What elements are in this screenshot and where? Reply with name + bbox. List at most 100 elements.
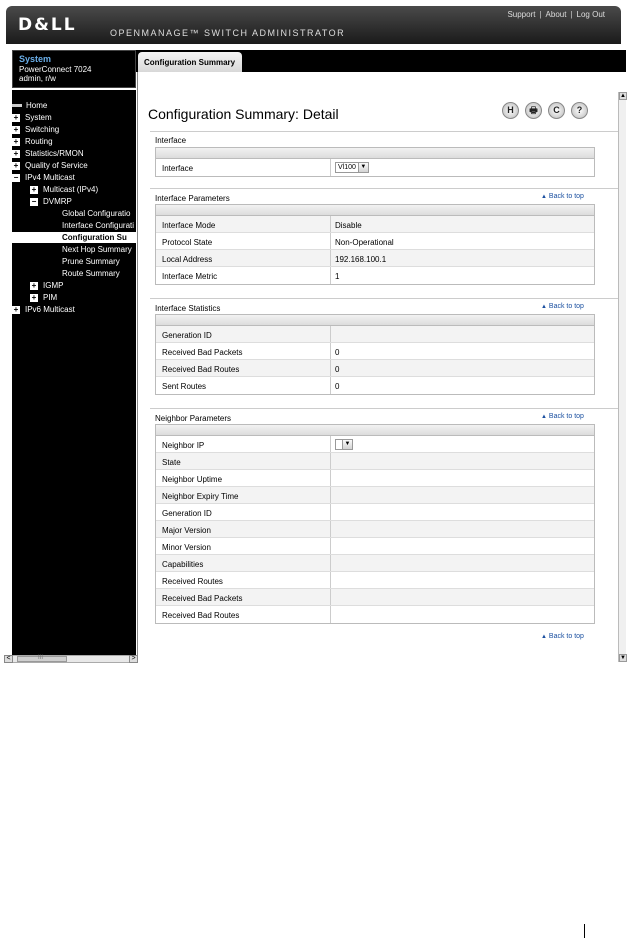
expand-icon[interactable]: +	[12, 305, 20, 314]
nav-item-label: Route Summary	[62, 269, 120, 278]
nav-item[interactable]: + System	[12, 112, 52, 123]
main-vertical-scrollbar[interactable]: ▲ ▼	[618, 92, 627, 662]
back-to-top-label: Back to top	[548, 633, 584, 640]
scroll-left-icon[interactable]: <	[4, 655, 13, 663]
nav-item[interactable]: + Statistics/RMON	[12, 148, 84, 159]
collapse-icon[interactable]: −	[30, 197, 38, 206]
tab-bar: Configuration Summary	[136, 50, 626, 72]
row-label: Generation ID	[162, 331, 212, 340]
section-divider	[150, 188, 618, 189]
table-row: Sent Routes 0	[156, 377, 594, 394]
nav-item[interactable]: − IPv4 Multicast	[12, 172, 75, 183]
expand-icon[interactable]: +	[30, 293, 38, 302]
top-links: Support | About | Log Out	[507, 10, 605, 19]
nav-item[interactable]: Route Summary	[12, 268, 120, 279]
column-divider	[330, 606, 331, 623]
row-label: Major Version	[162, 526, 211, 535]
tab-configuration-summary[interactable]: Configuration Summary	[138, 52, 242, 72]
nav-item[interactable]: Home	[12, 100, 47, 111]
expand-icon[interactable]: +	[30, 185, 38, 194]
column-divider	[330, 233, 331, 249]
table-row: Received Bad Routes 0	[156, 360, 594, 377]
column-divider	[330, 216, 331, 232]
row-label: Interface Mode	[162, 221, 216, 230]
help-icon[interactable]: ?	[571, 102, 588, 119]
refresh-icon[interactable]: C	[548, 102, 565, 119]
chevron-down-icon[interactable]: ▼	[357, 163, 368, 172]
table-row: Received Bad Routes	[156, 606, 594, 623]
nav-item[interactable]: + Switching	[12, 124, 59, 135]
back-to-top-label: Back to top	[548, 413, 584, 420]
expand-icon[interactable]: +	[12, 137, 20, 146]
table-row: Interface Mode Disable	[156, 216, 594, 233]
scroll-thumb[interactable]: III	[17, 655, 67, 662]
collapse-icon[interactable]: −	[12, 173, 20, 182]
expand-icon[interactable]: +	[12, 149, 20, 158]
nav-item-label: Global Configuratio	[62, 209, 131, 218]
chevron-down-icon[interactable]: ▼	[342, 440, 352, 449]
save-icon[interactable]: H	[502, 102, 519, 119]
column-divider	[330, 470, 331, 486]
section-divider	[150, 298, 618, 299]
nav-item[interactable]: + Routing	[12, 136, 53, 147]
back-to-top-link[interactable]: ▲ Back to top	[541, 413, 584, 420]
table-row: Neighbor Uptime	[156, 470, 594, 487]
nav-item[interactable]: Configuration Su	[12, 232, 136, 243]
nav-item[interactable]: + IPv6 Multicast	[12, 304, 75, 315]
column-divider	[330, 572, 331, 588]
nav-item[interactable]: + IGMP	[12, 280, 63, 291]
interface-select[interactable]: Vl100 ▼	[335, 162, 369, 173]
logout-link[interactable]: Log Out	[577, 10, 605, 19]
print-icon[interactable]: 🖶	[525, 102, 542, 119]
nav-item[interactable]: Global Configuratio	[12, 208, 130, 219]
nav-item[interactable]: Next Hop Summary	[12, 244, 132, 255]
navigation-tree: Home + System + Switching + Routing + Statistics…	[12, 90, 136, 655]
row-label: Interface Metric	[162, 272, 218, 281]
nav-item-label: Multicast (IPv4)	[43, 185, 99, 194]
table-header	[156, 148, 594, 159]
scroll-down-icon[interactable]: ▼	[619, 654, 627, 662]
system-info-box: System PowerConnect 7024 admin, r/w	[12, 50, 136, 88]
expand-icon[interactable]: +	[12, 161, 20, 170]
nav-item[interactable]: + Multicast (IPv4)	[12, 184, 98, 195]
table-row: Protocol State Non-Operational	[156, 233, 594, 250]
nav-item[interactable]: − DVMRP	[12, 196, 72, 207]
back-to-top-link[interactable]: ▲ Back to top	[541, 303, 584, 310]
expand-icon[interactable]: +	[12, 113, 20, 122]
section-title-neighbor-parameters: Neighbor Parameters	[155, 414, 232, 423]
interface-parameters-table: Interface Mode Disable Protocol State Non-O…	[155, 204, 595, 285]
neighbor-ip-label: Neighbor IP	[162, 441, 205, 450]
nav-item[interactable]: + PIM	[12, 292, 57, 303]
about-link[interactable]: About	[546, 10, 567, 19]
system-model: PowerConnect 7024	[19, 65, 92, 74]
app-header: D&LL OPENMANAGE™ SWITCH ADMINISTRATOR Su…	[6, 6, 621, 44]
nav-item-label: IPv4 Multicast	[25, 173, 75, 182]
back-to-top-link[interactable]: ▲ Back to top	[541, 633, 584, 640]
section-divider	[150, 408, 618, 409]
neighbor-ip-select[interactable]: ▼	[335, 439, 353, 450]
nav-item[interactable]: Prune Summary	[12, 256, 120, 267]
nav-item[interactable]: Interface Configurati	[12, 220, 134, 231]
interface-statistics-table: Generation ID Received Bad Packets 0 Receiv…	[155, 314, 595, 395]
nav-item-label: Next Hop Summary	[62, 245, 132, 254]
nav-item-label: PIM	[43, 293, 58, 302]
section-title-interface-statistics: Interface Statistics	[155, 304, 221, 313]
scroll-up-icon[interactable]: ▲	[619, 92, 627, 100]
row-label: Neighbor Expiry Time	[162, 492, 239, 501]
back-to-top-link[interactable]: ▲ Back to top	[541, 193, 584, 200]
nav-horizontal-scrollbar[interactable]: < III >	[4, 655, 138, 663]
expand-icon[interactable]: +	[30, 281, 38, 290]
nav-item[interactable]: + Quality of Service	[12, 160, 88, 171]
row-label: Received Bad Routes	[162, 365, 240, 374]
system-title[interactable]: System	[19, 54, 51, 64]
table-row: State	[156, 453, 594, 470]
column-divider	[330, 159, 331, 176]
expand-icon[interactable]: +	[12, 125, 20, 134]
system-user: admin, r/w	[19, 74, 56, 83]
support-link[interactable]: Support	[507, 10, 535, 19]
link-separator: |	[539, 10, 542, 19]
page-toolbar: H 🖶 C?	[502, 102, 594, 119]
table-row: Interface Metric 1	[156, 267, 594, 284]
table-row: Received Routes	[156, 572, 594, 589]
neighbor-parameters-table: Neighbor IP ▼ State Neighbor Uptime Neighb…	[155, 424, 595, 624]
